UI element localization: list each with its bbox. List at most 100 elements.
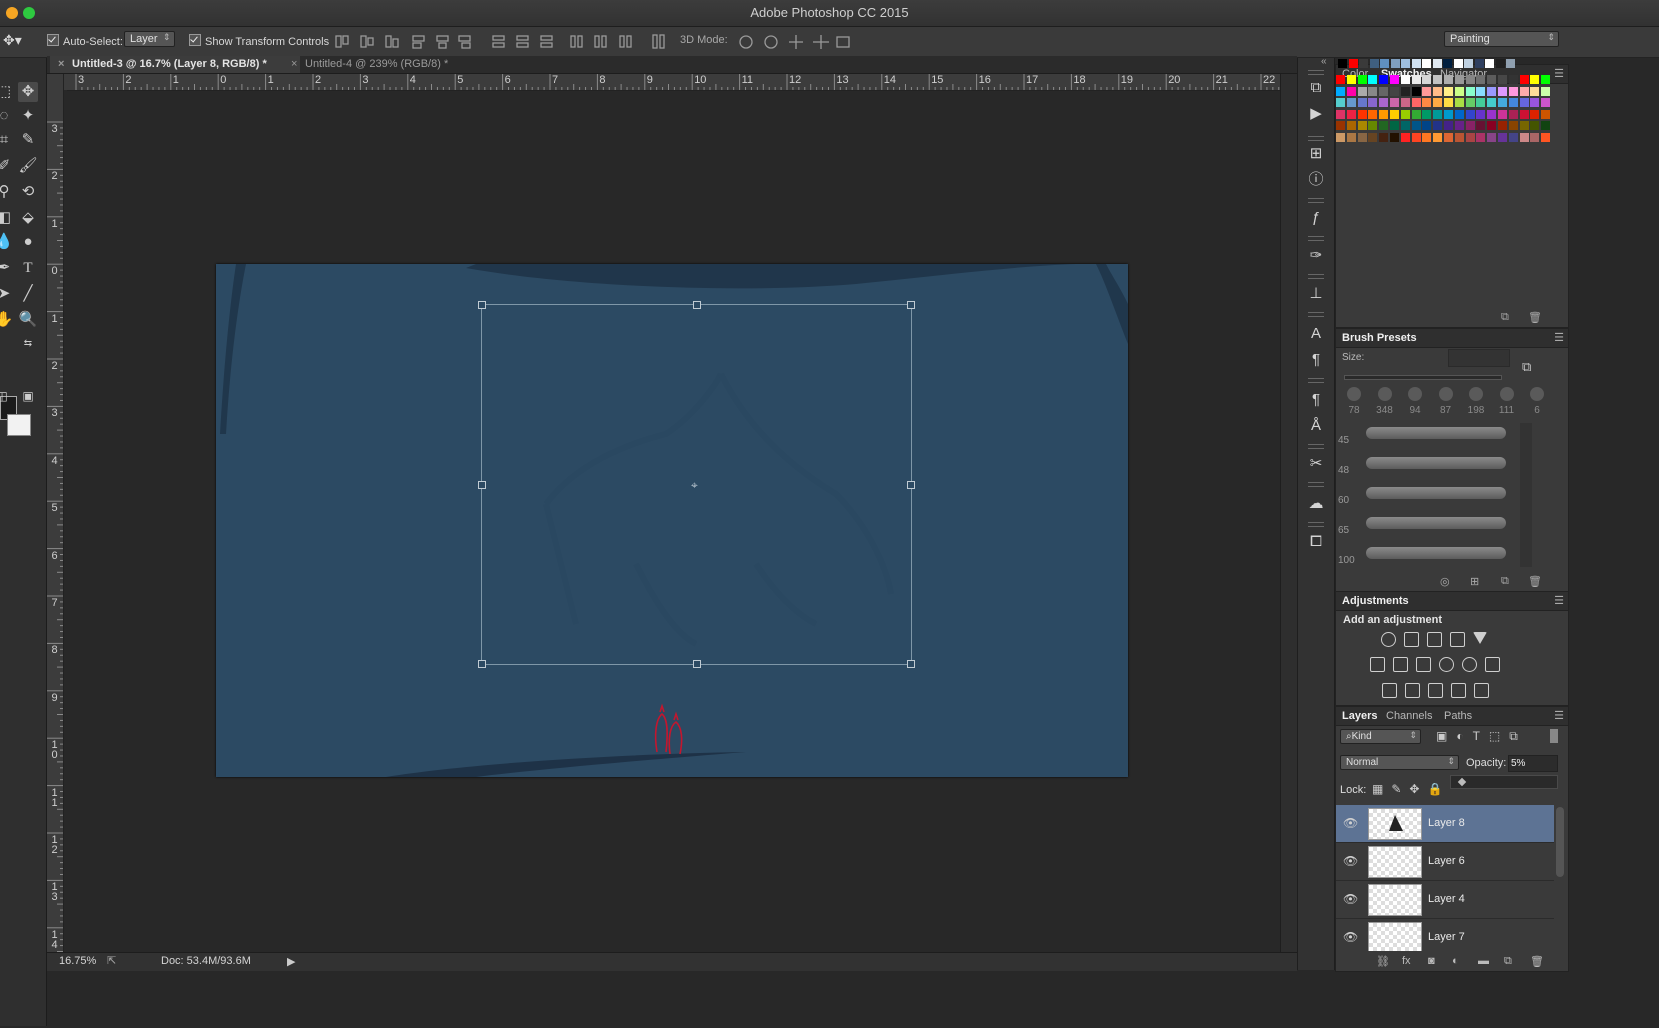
swatch[interactable] bbox=[1336, 98, 1345, 108]
swatch[interactable] bbox=[1336, 75, 1345, 84]
swatch[interactable] bbox=[1346, 75, 1356, 84]
size-input[interactable] bbox=[1448, 349, 1510, 367]
swatch[interactable] bbox=[1390, 121, 1399, 131]
eraser-tool-icon[interactable]: ◧ bbox=[0, 208, 14, 228]
add-mask-icon[interactable]: ◙ bbox=[1428, 955, 1435, 967]
swatch[interactable] bbox=[1368, 98, 1378, 108]
swatch[interactable] bbox=[1400, 75, 1410, 84]
swatch[interactable] bbox=[1369, 59, 1379, 68]
brush-stroke-preview[interactable] bbox=[1366, 547, 1506, 559]
brush-tip[interactable] bbox=[1408, 387, 1422, 401]
swatch[interactable] bbox=[1348, 59, 1358, 68]
brush-tip[interactable] bbox=[1438, 387, 1453, 401]
swatch[interactable] bbox=[1454, 133, 1464, 142]
layer-row[interactable]: 👁 Layer 4 bbox=[1336, 881, 1554, 919]
swatch[interactable] bbox=[1508, 121, 1518, 131]
swatch[interactable] bbox=[1400, 98, 1410, 108]
tab-untitled-4[interactable]: × Untitled-4 @ 239% (RGB/8) * bbox=[283, 56, 503, 73]
swatch[interactable] bbox=[1379, 98, 1389, 108]
swatch[interactable] bbox=[1357, 109, 1367, 119]
swatch[interactable] bbox=[1508, 98, 1518, 108]
new-brush-icon[interactable]: ⧉ bbox=[1501, 575, 1509, 588]
swatch[interactable] bbox=[1498, 98, 1507, 108]
swatch[interactable] bbox=[1379, 75, 1389, 84]
swatch[interactable] bbox=[1400, 121, 1410, 131]
swatch[interactable] bbox=[1411, 86, 1421, 96]
swatch[interactable] bbox=[1487, 98, 1497, 108]
swatch[interactable] bbox=[1476, 86, 1486, 96]
layer-row[interactable]: 👁 Layer 6 bbox=[1336, 843, 1554, 881]
workspace-dropdown[interactable]: Painting bbox=[1444, 31, 1559, 47]
auto-select-checkbox[interactable]: Auto-Select: bbox=[47, 34, 123, 48]
swatch[interactable] bbox=[1433, 109, 1443, 119]
quick-mask-icon[interactable]: ◫ bbox=[0, 386, 12, 406]
swatch[interactable] bbox=[1487, 75, 1497, 84]
invert-icon[interactable] bbox=[1382, 683, 1397, 698]
tab-paths[interactable]: Paths bbox=[1444, 710, 1472, 722]
panel-menu-icon[interactable]: ☰ bbox=[1554, 709, 1564, 722]
swatch[interactable] bbox=[1433, 98, 1443, 108]
status-menu-arrow-icon[interactable]: ▶ bbox=[287, 955, 295, 968]
swatch[interactable] bbox=[1390, 109, 1399, 119]
swatch[interactable] bbox=[1368, 75, 1378, 84]
swatch[interactable] bbox=[1519, 121, 1529, 131]
swatch[interactable] bbox=[1541, 86, 1551, 96]
swatch[interactable] bbox=[1379, 109, 1389, 119]
swatch[interactable] bbox=[1357, 133, 1367, 142]
swatch[interactable] bbox=[1444, 121, 1453, 131]
marquee-tool-icon[interactable]: ⬚ bbox=[0, 82, 14, 102]
swatch[interactable] bbox=[1530, 121, 1540, 131]
swatch[interactable] bbox=[1336, 109, 1345, 119]
brush-stroke-preview[interactable] bbox=[1366, 517, 1506, 529]
transform-handle-tl[interactable] bbox=[478, 301, 486, 309]
swatch[interactable] bbox=[1411, 109, 1421, 119]
swatch[interactable] bbox=[1336, 86, 1345, 96]
actions-icon[interactable]: ▶ bbox=[1306, 104, 1326, 124]
dodge-tool-icon[interactable]: ● bbox=[18, 232, 38, 252]
selective-color-icon[interactable] bbox=[1451, 683, 1466, 698]
swatch[interactable] bbox=[1465, 121, 1475, 131]
swatch[interactable] bbox=[1465, 133, 1475, 142]
character-styles-icon[interactable]: Å bbox=[1306, 416, 1326, 436]
swatch[interactable] bbox=[1476, 109, 1486, 119]
layer-filter-dropdown[interactable]: ⌕Kind bbox=[1340, 729, 1421, 744]
swatch[interactable] bbox=[1411, 121, 1421, 131]
swatch[interactable] bbox=[1444, 75, 1453, 84]
swatch[interactable] bbox=[1400, 86, 1410, 96]
vertical-scrollbar[interactable] bbox=[1280, 74, 1297, 952]
swatch[interactable] bbox=[1390, 59, 1400, 68]
swatch[interactable] bbox=[1530, 109, 1540, 119]
libraries-icon[interactable]: ☁ bbox=[1306, 494, 1326, 514]
type-tool-icon[interactable]: T bbox=[18, 258, 38, 278]
swatch[interactable] bbox=[1541, 75, 1551, 84]
new-layer-icon[interactable]: ⧉ bbox=[1504, 955, 1512, 968]
brush-tip[interactable] bbox=[1377, 387, 1392, 401]
swatch[interactable] bbox=[1336, 133, 1345, 142]
magic-wand-icon[interactable]: ✦ bbox=[18, 106, 38, 126]
new-adjustment-icon[interactable]: ◐ bbox=[1452, 955, 1459, 967]
swatch[interactable] bbox=[1422, 133, 1432, 142]
brush-tip[interactable] bbox=[1347, 387, 1361, 401]
dock-grip[interactable] bbox=[1308, 378, 1324, 383]
swatch[interactable] bbox=[1498, 109, 1507, 119]
swatch[interactable] bbox=[1454, 121, 1464, 131]
layer-thumbnail[interactable] bbox=[1368, 884, 1422, 916]
path-select-icon[interactable]: ➤ bbox=[0, 284, 14, 304]
vibrance-icon[interactable] bbox=[1473, 632, 1487, 644]
swatch[interactable] bbox=[1508, 86, 1518, 96]
opacity-slider[interactable] bbox=[1450, 775, 1558, 789]
panel-menu-icon[interactable]: ☰ bbox=[1554, 67, 1564, 80]
new-group-icon[interactable]: ▬ bbox=[1478, 955, 1489, 967]
swatch[interactable] bbox=[1400, 109, 1410, 119]
brush-panel-icon[interactable]: ⊞ bbox=[1470, 575, 1479, 588]
swatch[interactable] bbox=[1444, 109, 1453, 119]
filter-toggle[interactable] bbox=[1550, 729, 1558, 743]
swatch[interactable] bbox=[1346, 121, 1356, 131]
brush-stroke-preview[interactable] bbox=[1366, 487, 1506, 499]
swatch[interactable] bbox=[1465, 86, 1475, 96]
delete-brush-icon[interactable]: 🗑 bbox=[1528, 575, 1542, 588]
swatch[interactable] bbox=[1422, 109, 1432, 119]
transform-handle-br[interactable] bbox=[907, 660, 915, 668]
swatch[interactable] bbox=[1433, 75, 1443, 84]
swatch[interactable] bbox=[1433, 121, 1443, 131]
